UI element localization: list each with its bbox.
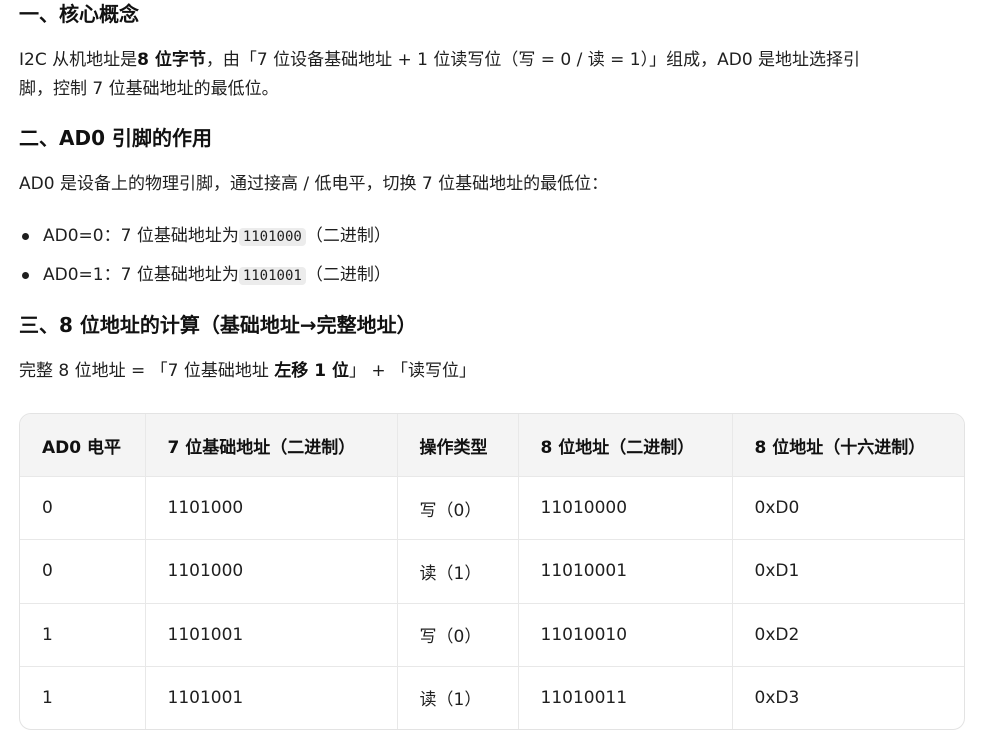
table-cell: 1 [20,603,146,667]
column-header: 7 位基础地址（二进制） [145,414,398,477]
table-cell: 11010001 [518,539,733,604]
table-cell: 0xD3 [754,687,800,708]
table-row: 1 1101001 读（1） 11010011 0xD3 [20,666,964,729]
core-concept-line-2: 脚，控制 7 位基础地址的最低位。 [19,79,279,99]
address-table: AD0 电平 7 位基础地址（二进制） 操作类型 8 位地址（二进制） 8 位地… [20,414,964,729]
table-cell: 读（1） [397,539,519,604]
list-item: AD0=1：7 位基础地址为 1101001 （二进制） [19,259,391,298]
core-concept-paragraph: I2C 从机地址是8 位字节，由「7 位设备基础地址 + 1 位读写位（写 = … [19,46,959,104]
section-heading-ad0-role: 二、AD0 引脚的作用 [19,126,212,150]
table-cell: 1101001 [145,603,398,667]
table-cell: 11010000 [518,476,733,541]
column-header: 8 位地址（十六进制） [732,414,964,477]
table-cell: 写（0） [397,603,519,667]
shift-emphasis: 左移 1 位 [274,361,349,381]
table-cell: 写（0） [397,476,519,541]
table-header-row: AD0 电平 7 位基础地址（二进制） 操作类型 8 位地址（二进制） 8 位地… [20,414,964,477]
table-row: 0 1101000 写（0） 11010000 0xD0 [20,476,964,541]
byte-size-emphasis: 8 位字节 [137,50,206,70]
column-header: 8 位地址（二进制） [518,414,733,477]
base-address-code: 1101000 [238,228,306,246]
list-item: AD0=0：7 位基础地址为 1101000 （二进制） [19,220,391,259]
table-cell: 11010010 [518,603,733,667]
table-cell: 1101000 [145,476,398,541]
column-header: 操作类型 [397,414,519,477]
bullet-dot-icon [22,233,29,240]
table-cell: 0xD2 [732,603,964,667]
table-cell: 1101000 [145,539,398,604]
base-address-code: 1101001 [238,267,306,285]
table-row: 1 1101001 写（0） 11010010 0xD2 [20,603,964,667]
table-cell: 0 [20,476,146,541]
table-row: 0 1101000 读（1） 11010001 0xD1 [20,539,964,604]
ad0-bullet-list: AD0=0：7 位基础地址为 1101000 （二进制） AD0=1：7 位基础地址… [19,220,391,298]
ad0-role-paragraph: AD0 是设备上的物理引脚，通过接高 / 低电平，切换 7 位基础地址的最低位： [19,174,609,194]
table-cell: 读（1） [397,666,519,729]
core-concept-line-1: I2C 从机地址是8 位字节，由「7 位设备基础地址 + 1 位读写位（写 = … [19,50,861,70]
table-cell: 1101001 [145,666,398,729]
document-page: 一、核心概念 I2C 从机地址是8 位字节，由「7 位设备基础地址 + 1 位读… [0,0,1001,735]
bullet-dot-icon [22,272,29,279]
address-formula: 完整 8 位地址 = 「7 位基础地址 左移 1 位」 + 「读写位」 [19,361,477,381]
address-table-container: AD0 电平 7 位基础地址（二进制） 操作类型 8 位地址（二进制） 8 位地… [19,413,965,730]
table-cell: 11010011 [518,666,733,729]
table-cell: 1 [20,666,146,729]
table-cell: 0xD1 [732,539,964,604]
section-heading-core-concept: 一、核心概念 [19,2,139,26]
table-cell: 0xD0 [732,476,964,541]
table-cell: 0 [20,539,146,604]
column-header: AD0 电平 [20,414,146,477]
section-heading-address-calculation: 三、8 位地址的计算（基础地址→完整地址） [19,313,417,337]
